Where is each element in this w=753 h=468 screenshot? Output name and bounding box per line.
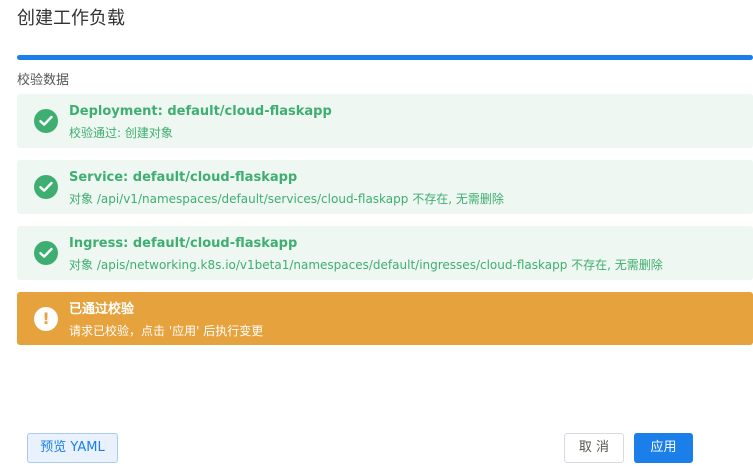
- check-circle-icon: [34, 241, 58, 265]
- cancel-button[interactable]: 取 消: [564, 433, 624, 463]
- preview-yaml-button[interactable]: 预览 YAML: [27, 433, 118, 463]
- progress-bar: [17, 55, 753, 60]
- check-title: Ingress: default/cloud-flaskapp: [69, 236, 298, 251]
- check-card-service: Service: default/cloud-flaskapp 对象 /api/…: [17, 160, 753, 214]
- check-card-ingress: Ingress: default/cloud-flaskapp 对象 /apis…: [17, 226, 753, 280]
- apply-button[interactable]: 应用: [634, 433, 693, 463]
- check-circle-icon: [34, 175, 58, 199]
- check-message: 对象 /apis/networking.k8s.io/v1beta1/names…: [69, 258, 663, 272]
- progress-fill: [17, 55, 753, 60]
- check-title: Service: default/cloud-flaskapp: [69, 170, 298, 185]
- validation-passed-notice: ! 已通过校验 请求已校验，点击 '应用' 后执行变更: [17, 292, 753, 345]
- page-title: 创建工作负载: [17, 8, 125, 29]
- check-circle-icon: [34, 109, 58, 133]
- check-card-deployment: Deployment: default/cloud-flaskapp 校验通过:…: [17, 94, 753, 148]
- check-message: 对象 /api/v1/namespaces/default/services/c…: [69, 192, 504, 206]
- section-label: 校验数据: [17, 73, 70, 88]
- check-title: Deployment: default/cloud-flaskapp: [69, 104, 332, 119]
- check-message: 校验通过: 创建对象: [69, 126, 173, 140]
- exclamation-circle-icon: !: [34, 307, 58, 331]
- notice-message: 请求已校验，点击 '应用' 后执行变更: [69, 324, 264, 338]
- notice-title: 已通过校验: [69, 302, 135, 317]
